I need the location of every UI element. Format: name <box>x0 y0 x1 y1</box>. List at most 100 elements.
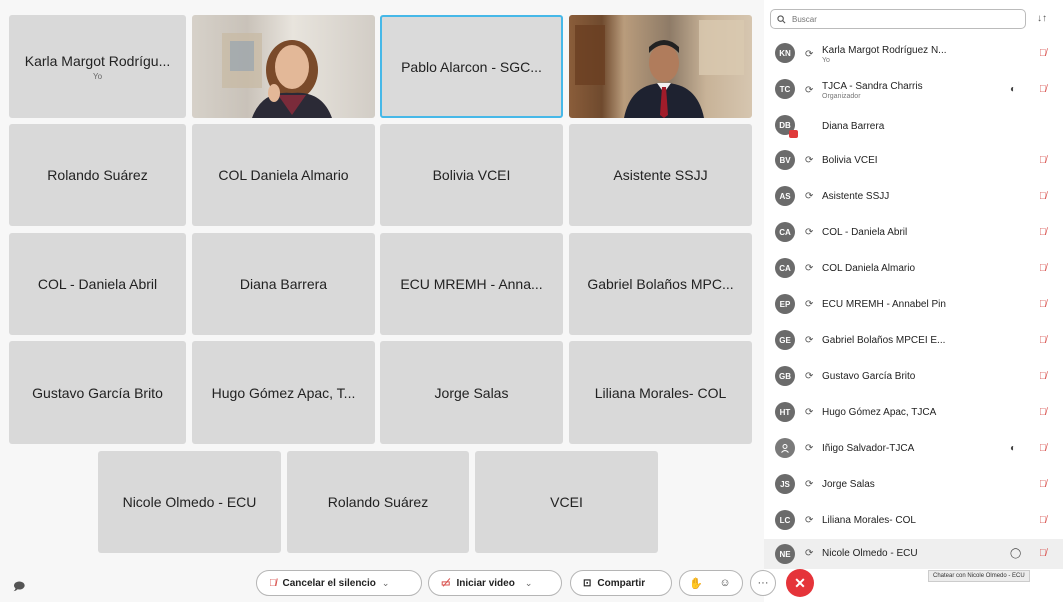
start-video-button[interactable]: ▭̸ Iniciar video ⌄ <box>428 570 562 596</box>
muted-mic-icon[interactable]: 🎙̸ <box>1039 443 1047 454</box>
participant-tile[interactable]: COL Daniela Almario <box>192 124 375 226</box>
avatar: GB <box>775 366 795 386</box>
participant-row[interactable]: KN ⟳ Karla Margot Rodríguez N... Yo 🎙̸ <box>764 36 1063 70</box>
participant-row[interactable]: CA ⟳ COL - Daniela Abril 🎙̸ <box>764 215 1063 249</box>
more-options-label: ··· <box>757 577 769 589</box>
participant-tile[interactable]: Asistente SSJJ <box>569 124 752 226</box>
participant-name: Bolivia VCEI <box>822 155 878 166</box>
search-input[interactable] <box>790 13 1014 25</box>
muted-mic-icon[interactable]: 🎙̸ <box>1039 515 1047 526</box>
tile-name: Hugo Gómez Apac, T... <box>211 384 356 401</box>
chat-icon[interactable]: ◯ <box>1010 548 1021 559</box>
connection-icon: ⟳ <box>805 548 814 559</box>
participant-name: COL Daniela Almario <box>822 263 916 274</box>
participant-tile[interactable]: Liliana Morales- COL <box>569 341 752 444</box>
leave-meeting-button[interactable]: ✕ <box>786 569 814 597</box>
participant-tile[interactable]: Bolivia VCEI <box>380 124 563 226</box>
muted-mic-icon[interactable]: 🎙̸ <box>1039 48 1047 59</box>
muted-mic-icon[interactable]: 🎙̸ <box>1039 84 1047 95</box>
search-box[interactable] <box>770 9 1026 29</box>
avatar: DB <box>775 115 798 138</box>
participant-video-tile[interactable] <box>569 15 752 118</box>
participant-tile[interactable]: Gustavo García Brito <box>9 341 186 444</box>
chat-bubble-icon[interactable]: 🗩 <box>13 578 25 597</box>
participant-name: Hugo Gómez Apac, TJCA <box>822 407 937 418</box>
tile-name: Rolando Suárez <box>327 494 429 510</box>
tile-name: Gabriel Bolaños MPC... <box>587 276 734 292</box>
participant-row-hovered[interactable]: NE ⟳ Nicole Olmedo - ECU ◯ 🎙̸ <box>764 539 1063 569</box>
participant-tile[interactable]: Jorge Salas <box>380 341 563 444</box>
participant-tile[interactable]: Rolando Suárez <box>9 124 186 226</box>
participant-video-tile[interactable] <box>192 15 375 118</box>
video-off-icon: ◐ <box>1010 443 1017 454</box>
participant-row[interactable]: EP ⟳ ECU MREMH - Annabel Pin 🎙̸ <box>764 287 1063 321</box>
participant-tile[interactable]: Gabriel Bolaños MPC... <box>569 233 752 335</box>
chevron-down-icon[interactable]: ⌄ <box>382 578 390 589</box>
close-icon: ✕ <box>794 574 806 591</box>
participant-row[interactable]: TC ⟳ TJCA - Sandra Charris Organizador ◐… <box>764 72 1063 106</box>
connection-icon: ⟳ <box>805 299 814 310</box>
participant-tile[interactable]: Hugo Gómez Apac, T... <box>192 341 375 444</box>
participant-row[interactable]: ⟳ Iñigo Salvador-TJCA ◐ 🎙̸ <box>764 431 1063 465</box>
muted-mic-icon[interactable]: 🎙̸ <box>1039 227 1047 238</box>
participant-tile[interactable]: Diana Barrera <box>192 233 375 335</box>
participant-video-woman <box>222 33 332 118</box>
avatar: GE <box>775 330 795 350</box>
muted-mic-icon[interactable]: 🎙̸ <box>1039 407 1047 418</box>
tile-name: VCEI <box>550 494 583 510</box>
muted-mic-icon[interactable]: 🎙̸ <box>1039 548 1047 559</box>
participant-row[interactable]: JS ⟳ Jorge Salas 🎙̸ <box>764 467 1063 501</box>
search-icon <box>777 14 786 23</box>
avatar <box>775 438 795 458</box>
participant-tile[interactable]: VCEI <box>475 451 658 553</box>
video-off-icon: ▭̸ <box>441 577 451 589</box>
share-button[interactable]: ⊡ Compartir <box>570 570 672 596</box>
muted-mic-icon[interactable]: 🎙̸ <box>1039 299 1047 310</box>
participant-video-man <box>575 20 744 118</box>
participant-row[interactable]: DB Diana Barrera <box>764 108 1063 142</box>
participant-name: Asistente SSJJ <box>822 191 890 202</box>
participant-tile-active-speaker[interactable]: Pablo Alarcon - SGC... <box>380 15 563 118</box>
participant-tile[interactable]: COL - Daniela Abril <box>9 233 186 335</box>
connection-icon: ⟳ <box>805 263 814 274</box>
muted-mic-icon[interactable]: 🎙̸ <box>1039 263 1047 274</box>
start-video-label: Iniciar video <box>456 577 515 589</box>
muted-mic-icon[interactable]: 🎙̸ <box>1039 155 1047 166</box>
muted-mic-icon[interactable]: 🎙̸ <box>1039 479 1047 490</box>
raise-hand-icon[interactable]: ✋ <box>683 570 709 596</box>
participant-row[interactable]: GB ⟳ Gustavo García Brito 🎙̸ <box>764 359 1063 393</box>
participants-panel: ↓↑ KN ⟳ Karla Margot Rodríguez N... Yo 🎙… <box>764 0 1063 602</box>
participant-row[interactable]: AS ⟳ Asistente SSJJ 🎙̸ <box>764 179 1063 213</box>
more-options-button[interactable]: ··· <box>750 570 776 596</box>
unmute-button[interactable]: 🎙̸ Cancelar el silencio ⌄ <box>256 570 422 596</box>
participant-role: Yo <box>822 57 830 64</box>
unmute-label: Cancelar el silencio <box>282 577 376 589</box>
sort-icon[interactable]: ↓↑ <box>1037 13 1047 24</box>
participant-name: Jorge Salas <box>822 479 875 490</box>
participant-tile[interactable]: Nicole Olmedo - ECU <box>98 451 281 553</box>
tile-name: Bolivia VCEI <box>432 167 511 183</box>
connection-icon: ⟳ <box>805 371 814 382</box>
emoji-reaction-icon[interactable]: ☺ <box>712 570 738 596</box>
participant-tile[interactable]: ECU MREMH - Anna... <box>380 233 563 335</box>
participant-tile[interactable]: Karla Margot Rodrígu... Yo <box>9 15 186 118</box>
participant-row[interactable]: HT ⟳ Hugo Gómez Apac, TJCA 🎙̸ <box>764 395 1063 429</box>
user-placeholder-icon <box>781 444 789 453</box>
avatar: KN <box>775 43 795 63</box>
avatar: AS <box>775 186 795 206</box>
tile-self-label: Yo <box>92 71 103 81</box>
participant-name: Gabriel Bolaños MPCEI E... <box>822 335 946 346</box>
participant-tile[interactable]: Rolando Suárez <box>287 451 469 553</box>
tile-name: COL Daniela Almario <box>218 167 349 183</box>
tile-name: Karla Margot Rodrígu... <box>24 52 171 69</box>
avatar: LC <box>775 510 795 530</box>
participant-name: Karla Margot Rodríguez N... <box>822 45 947 56</box>
participant-row[interactable]: CA ⟳ COL Daniela Almario 🎙̸ <box>764 251 1063 285</box>
participant-row[interactable]: BV ⟳ Bolivia VCEI 🎙̸ <box>764 143 1063 177</box>
muted-mic-icon[interactable]: 🎙̸ <box>1039 191 1047 202</box>
muted-mic-icon[interactable]: 🎙̸ <box>1039 335 1047 346</box>
chevron-down-icon[interactable]: ⌄ <box>525 578 533 589</box>
muted-mic-icon[interactable]: 🎙̸ <box>1039 371 1047 382</box>
participant-row[interactable]: LC ⟳ Liliana Morales- COL 🎙̸ <box>764 503 1063 537</box>
participant-row[interactable]: GE ⟳ Gabriel Bolaños MPCEI E... 🎙̸ <box>764 323 1063 357</box>
